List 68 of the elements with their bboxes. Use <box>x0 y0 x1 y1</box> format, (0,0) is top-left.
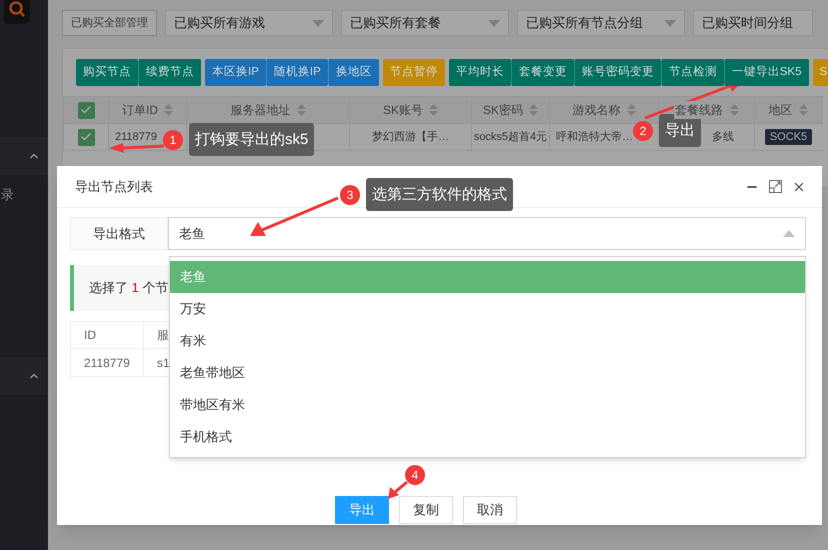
column-header: SK账号 <box>382 102 423 119</box>
column-header: SK密码 <box>482 102 523 119</box>
caret-down-icon <box>664 20 676 26</box>
field-label: 导出格式 <box>70 217 168 250</box>
dialog-button[interactable]: 取消 <box>463 496 517 524</box>
toolbar-button[interactable]: 续费节点 <box>138 59 201 86</box>
toolbar-button[interactable]: 本区换IP <box>205 59 266 86</box>
dropdown-option[interactable]: 有米 <box>170 325 805 357</box>
table-cell-text: 呼和浩特大帝… <box>556 130 633 145</box>
toolbar-button[interactable]: 购买节点 <box>76 59 138 86</box>
sort-icon[interactable] <box>626 104 636 116</box>
dropdown-option[interactable]: 手机格式 <box>170 421 805 453</box>
dialog-button[interactable]: 复制 <box>399 496 453 524</box>
sort-icon[interactable] <box>798 104 808 116</box>
sidebar-item[interactable]: 录 <box>0 185 14 205</box>
maximize-icon[interactable] <box>769 180 782 193</box>
dialog-title: 导出节点列表 <box>75 178 153 196</box>
dropdown-option[interactable]: 带地区有米 <box>170 389 805 421</box>
sidebar-group-header[interactable] <box>0 357 48 395</box>
toolbar-button[interactable]: 一键导出SK5 <box>724 59 808 86</box>
caret-down-icon <box>488 20 500 26</box>
sort-icon[interactable] <box>529 104 538 116</box>
annotation-tooltip: 选第三方软件的格式 <box>366 178 513 211</box>
column-header: 地区 <box>768 102 792 119</box>
region-tag: SOCK5 <box>764 129 812 145</box>
toolbar-button[interactable]: 套餐变更 <box>510 59 574 86</box>
column-header: 套餐线路 <box>674 101 724 119</box>
check-icon <box>80 131 92 143</box>
sort-icon[interactable] <box>296 104 306 116</box>
column-header: ID <box>84 327 96 344</box>
sidebar-group-header[interactable] <box>0 137 48 175</box>
filter-select[interactable]: 已购买所有套餐 <box>341 10 509 36</box>
annotation-tooltip: 导出 <box>659 114 701 147</box>
toolbar-button[interactable]: 随机换IP <box>266 59 328 86</box>
check-icon <box>80 104 92 116</box>
filter-select[interactable]: 已购买所有节点分组 <box>517 10 685 36</box>
sort-icon[interactable] <box>429 104 438 116</box>
manage-all-button[interactable]: 已购买全部管理 <box>62 10 157 36</box>
filter-select[interactable]: 已购买时间分组 <box>693 10 813 36</box>
caret-up-icon <box>783 230 795 237</box>
table-cell-text: socks5超首4元 <box>474 130 548 145</box>
toolbar-button[interactable]: 节点检测 <box>660 59 724 86</box>
table-cell-text: s1 <box>157 354 170 372</box>
toolbar-button[interactable]: 换地区 <box>328 59 379 86</box>
pointer-arrow <box>388 480 408 499</box>
column-header: 服 <box>157 327 169 344</box>
caret-down-icon <box>312 20 324 26</box>
table-cell-text: 梦幻西游【手… <box>372 130 449 145</box>
toolbar-button[interactable]: 账号密码变更 <box>574 59 661 86</box>
column-header: 游戏名称 <box>572 102 620 119</box>
pointer-arrow <box>109 143 164 153</box>
toolbar-button[interactable]: 平均时长 <box>448 59 511 86</box>
column-header: 订单ID <box>122 102 158 119</box>
sort-icon[interactable] <box>730 104 739 116</box>
checkbox[interactable] <box>78 102 94 118</box>
table-cell-text: 多线 <box>712 130 734 145</box>
table-cell-text: 2118779 <box>115 130 158 145</box>
logo-icon <box>4 0 30 24</box>
dropdown-option[interactable]: 老鱼 <box>170 261 805 293</box>
checkbox[interactable] <box>78 128 94 146</box>
sort-icon[interactable] <box>164 104 173 116</box>
dialog-button[interactable]: 导出 <box>335 496 389 524</box>
annotation-tooltip: 打钩要导出的sk5 <box>189 123 314 156</box>
column-header: 服务器地址 <box>230 102 290 119</box>
table-cell-text: 2118779 <box>84 354 130 372</box>
format-select[interactable]: 老鱼 <box>168 217 806 250</box>
dropdown-option[interactable]: 老鱼带地区 <box>170 357 805 389</box>
filter-select[interactable]: 已购买所有游戏 <box>165 10 333 36</box>
